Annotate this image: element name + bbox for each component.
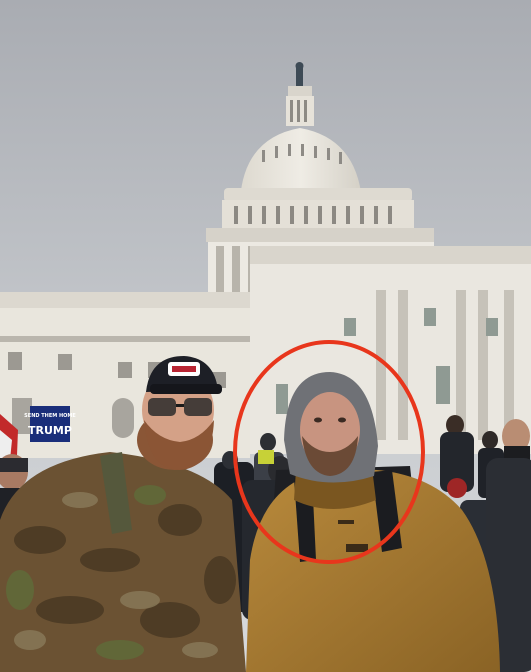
sign-small-text: SEND THEM HOME: [24, 413, 76, 419]
photo: SEND THEM HOME TRUMP: [0, 0, 531, 672]
trump-sign: SEND THEM HOME TRUMP: [24, 406, 76, 442]
sign-large-text: TRUMP: [28, 424, 72, 437]
photo-canvas: SEND THEM HOME TRUMP: [0, 0, 531, 672]
